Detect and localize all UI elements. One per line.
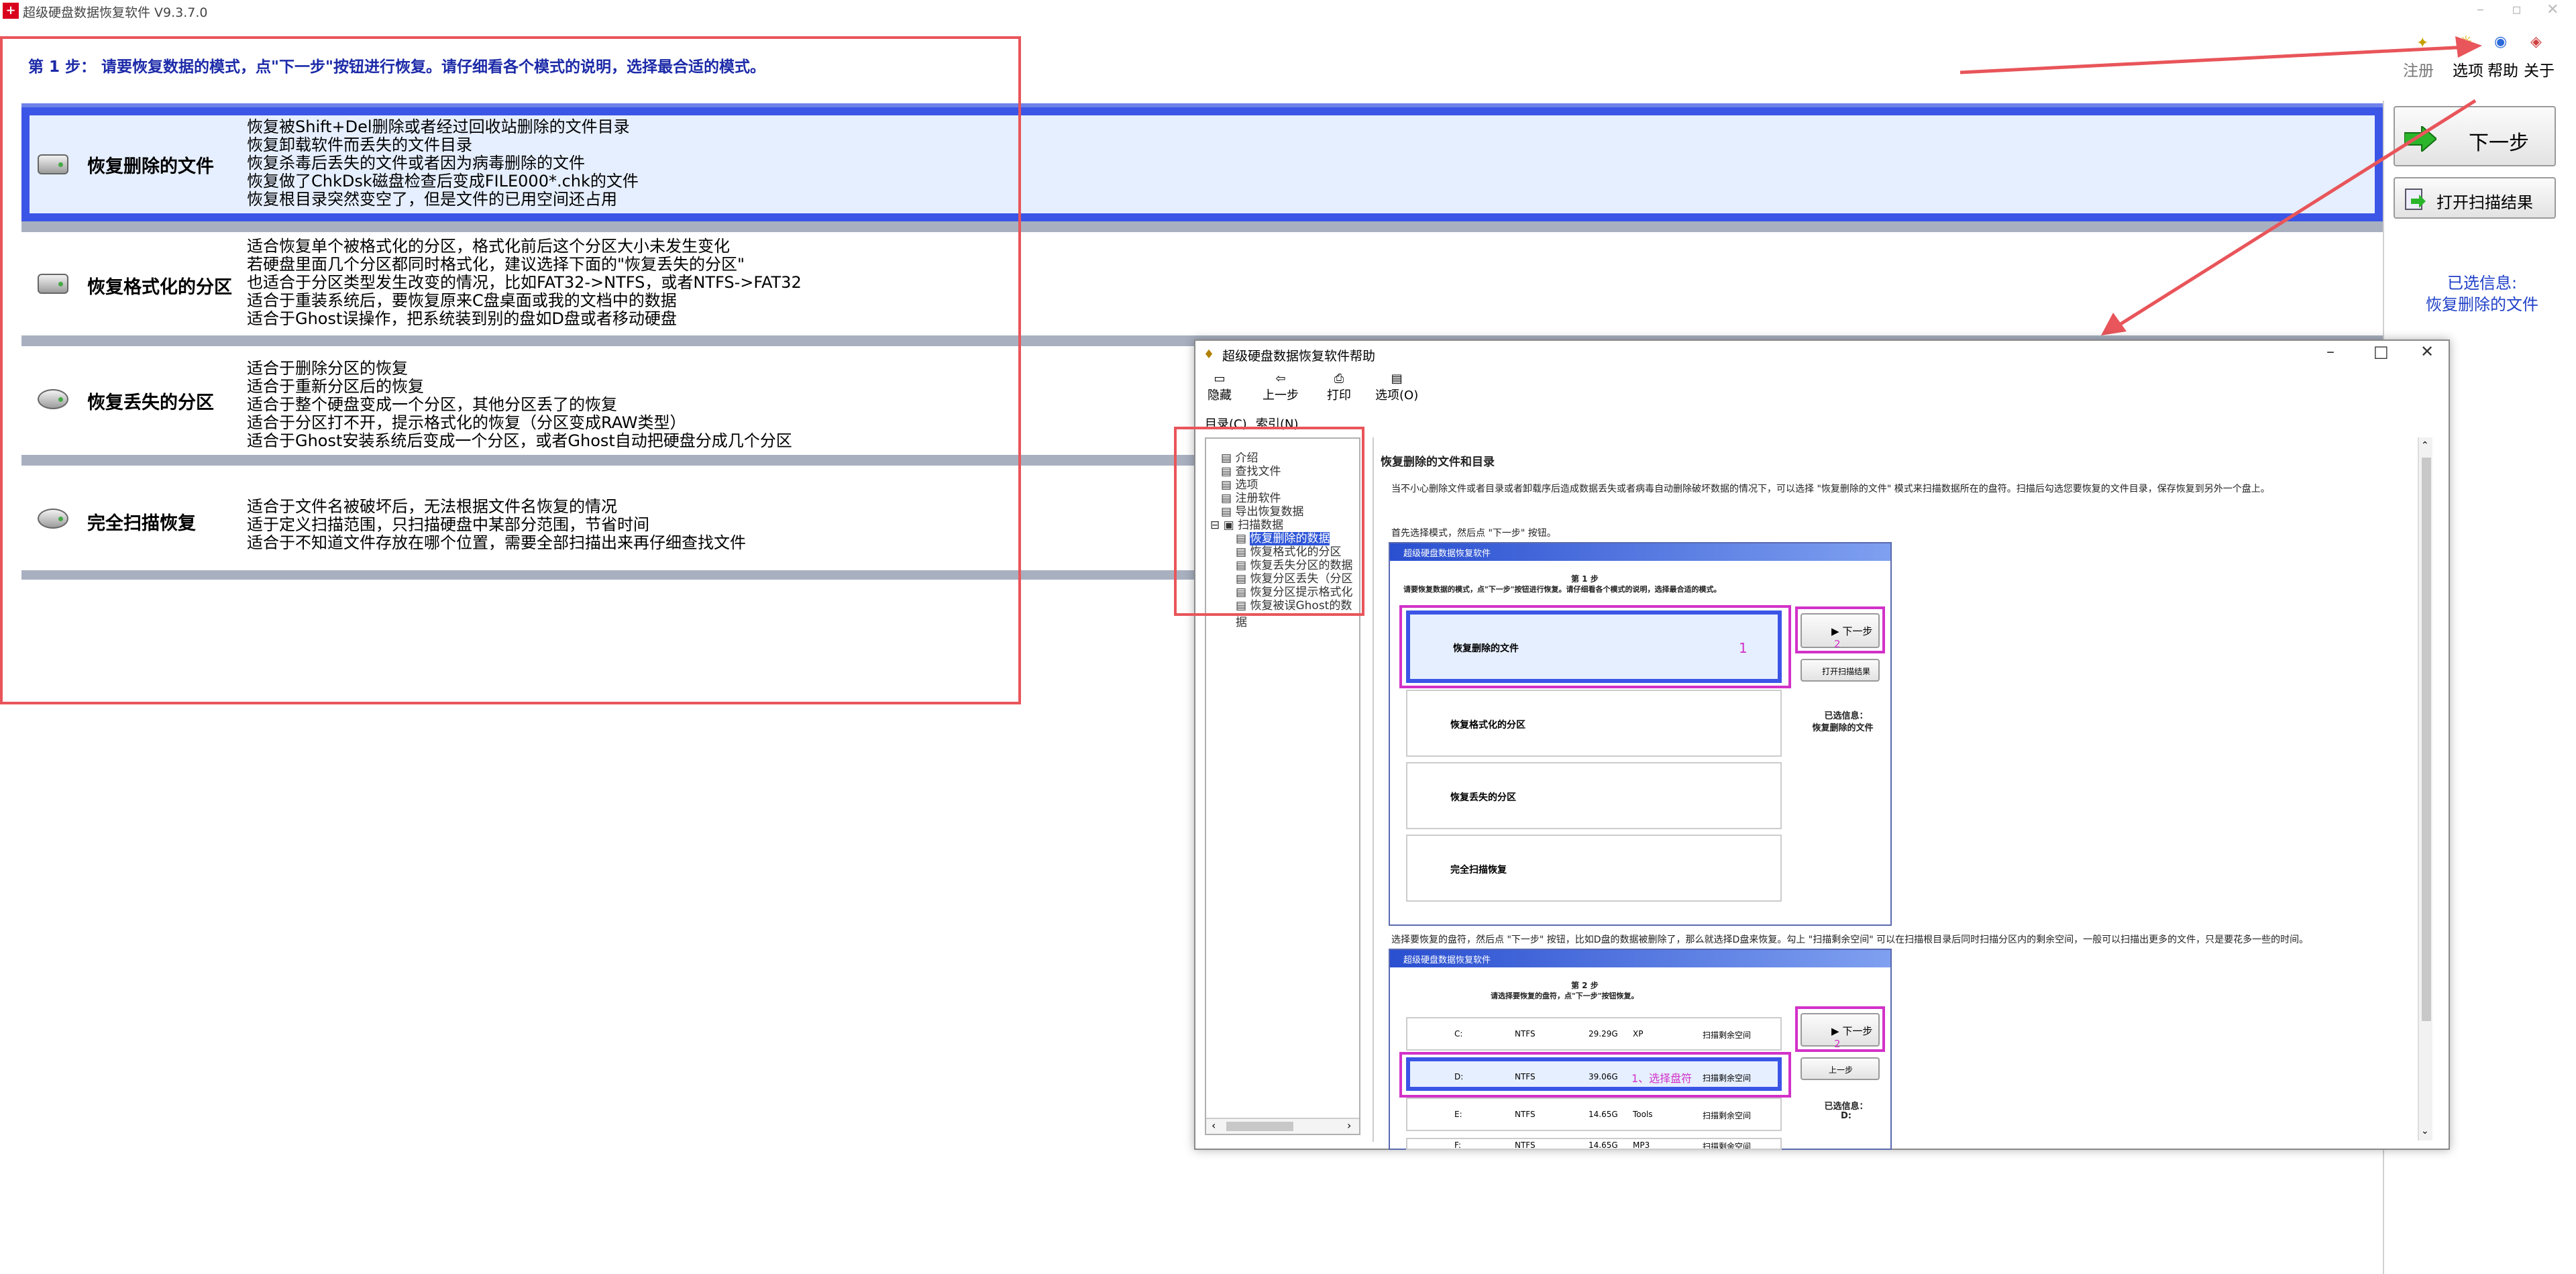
screenshot-step1: 超级硬盘数据恢复软件 第 1 步 请要恢复数据的模式，点"下一步"按钮进行恢复。… <box>1389 542 1892 926</box>
tool-options[interactable]: ▤ 选项(O) <box>1375 372 1418 403</box>
help-paragraph: 首先选择模式，然后点 "下一步" 按钮。 <box>1391 528 1556 539</box>
back-arrow-icon: ⇦ <box>1275 372 1286 386</box>
annotation-box-tree <box>1174 427 1364 616</box>
help-paragraph: 当不小心删除文件或者目录或者卸载序后造成数据丢失或者病毒自动删除破坏数据的情况下… <box>1391 484 2270 494</box>
options-icon: ▤ <box>1391 372 1403 386</box>
scroll-thumb[interactable] <box>1226 1122 1293 1131</box>
print-icon: ⎙ <box>1334 372 1344 386</box>
minimize-icon[interactable]: – <box>2326 342 2334 361</box>
help-app-icon: ♦ <box>1203 348 1215 362</box>
scroll-down-icon[interactable]: ⌄ <box>2421 1126 2429 1136</box>
content-vscrollbar[interactable]: ⌃ ⌄ <box>2418 437 2432 1140</box>
help-content: 恢复删除的文件和目录 当不小心删除文件或者目录或者卸载序后造成数据丢失或者病毒自… <box>1373 437 2432 1150</box>
screenshot-step2: 超级硬盘数据恢复软件 第 2 步 请选择要恢复的盘符，点"下一步"按钮恢复。 C… <box>1389 949 1892 1150</box>
tool-hide[interactable]: ▭ 隐藏 <box>1208 372 1232 403</box>
tool-print[interactable]: ⎙ 打印 <box>1327 372 1351 403</box>
maximize-icon[interactable]: □ <box>2373 342 2389 361</box>
help-window-title: 超级硬盘数据恢复软件帮助 <box>1222 349 1376 364</box>
scroll-up-icon[interactable]: ⌃ <box>2421 440 2429 451</box>
help-heading: 恢复删除的文件和目录 <box>1381 456 1495 469</box>
hide-icon: ▭ <box>1214 372 1226 386</box>
help-window[interactable]: ♦ 超级硬盘数据恢复软件帮助 – □ ✕ ▭ 隐藏 ⇦ 上一步 ⎙ 打印 ▤ 选项(O)… <box>1194 339 2450 1150</box>
tree-hscrollbar[interactable]: ‹ › <box>1206 1118 1359 1134</box>
tool-back[interactable]: ⇦ 上一步 <box>1263 372 1299 403</box>
help-paragraph: 选择要恢复的盘符，然后点 "下一步" 按钮，比如D盘的数据被删除了，那么就选择D… <box>1391 935 2309 945</box>
scroll-thumb[interactable] <box>2422 458 2431 1021</box>
close-icon[interactable]: ✕ <box>2420 342 2434 361</box>
scroll-right-icon[interactable]: › <box>1347 1119 1351 1132</box>
scroll-left-icon[interactable]: ‹ <box>1212 1119 1216 1132</box>
